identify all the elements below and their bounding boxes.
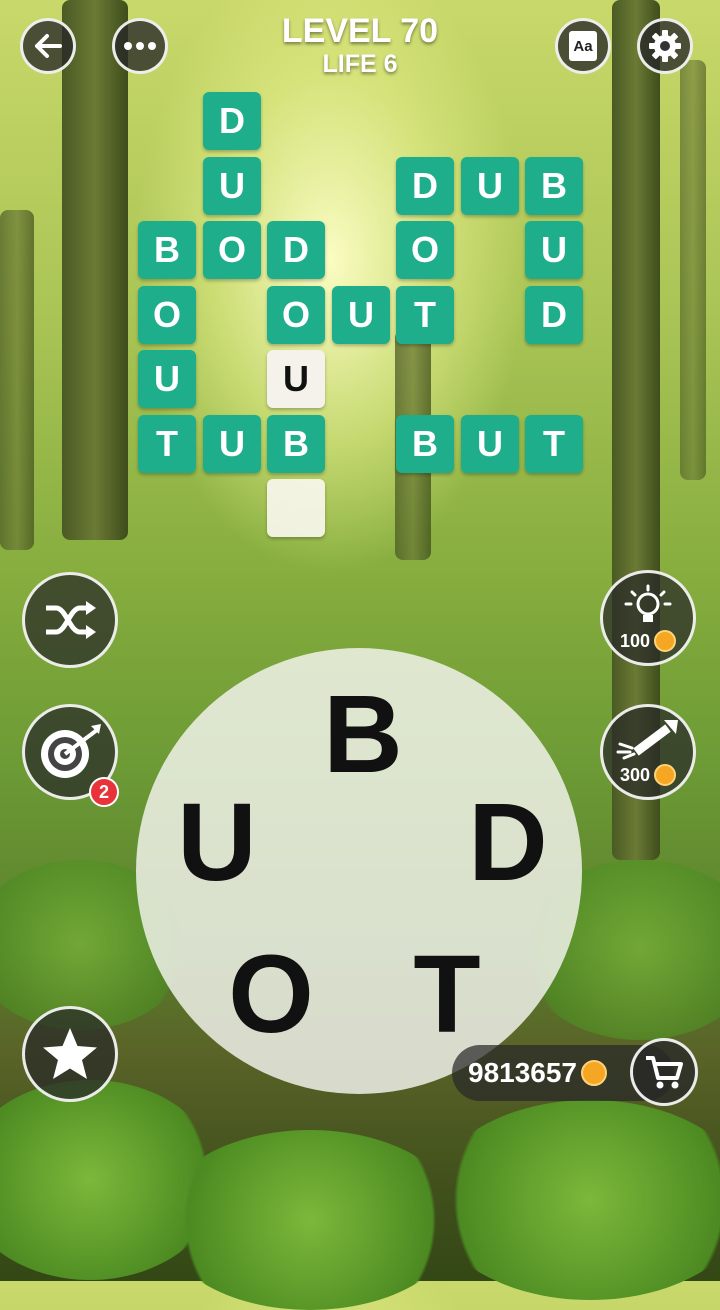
grid-tile-empty bbox=[267, 479, 325, 537]
level-title: LEVEL 70 bbox=[281, 12, 439, 50]
coin-icon bbox=[581, 1060, 608, 1086]
target-icon bbox=[41, 724, 101, 778]
grid-tile: B bbox=[138, 221, 196, 279]
hint-button[interactable]: 100 bbox=[600, 570, 696, 666]
grid-tile: U bbox=[267, 350, 325, 408]
grid-tile: U bbox=[203, 157, 261, 215]
grid-tile: U bbox=[461, 415, 519, 473]
cart-icon bbox=[646, 1056, 683, 1089]
rocket-icon bbox=[616, 720, 678, 760]
grid-tile: D bbox=[203, 92, 261, 150]
hint-cost: 100 bbox=[620, 630, 677, 652]
wheel-letter[interactable]: O bbox=[216, 940, 326, 1050]
grid-tile: U bbox=[525, 221, 583, 279]
rocket-button[interactable]: 300 bbox=[600, 704, 696, 800]
grid-tile: U bbox=[461, 157, 519, 215]
grid-tile: O bbox=[396, 221, 454, 279]
grid-tile: B bbox=[525, 157, 583, 215]
grid-tile: T bbox=[525, 415, 583, 473]
letter-wheel[interactable]: B U D O T bbox=[136, 648, 582, 1094]
star-icon bbox=[43, 1028, 97, 1079]
coin-icon bbox=[654, 630, 677, 652]
shuffle-button[interactable] bbox=[22, 572, 118, 668]
grid-tile: D bbox=[267, 221, 325, 279]
target-button[interactable]: 2 bbox=[22, 704, 119, 807]
wheel-letter[interactable]: B bbox=[308, 680, 418, 790]
shop-button[interactable] bbox=[630, 1038, 698, 1106]
grid-tile: O bbox=[203, 221, 261, 279]
grid-tile: T bbox=[138, 415, 196, 473]
life-label: LIFE 6 bbox=[322, 50, 398, 78]
grid-tile: B bbox=[267, 415, 325, 473]
dictionary-button[interactable]: Aa bbox=[555, 18, 611, 74]
grid-tile: B bbox=[396, 415, 454, 473]
grid-tile: D bbox=[396, 157, 454, 215]
star-button[interactable] bbox=[22, 1006, 118, 1102]
rocket-cost: 300 bbox=[620, 764, 677, 786]
lightbulb-icon bbox=[624, 584, 672, 622]
coin-icon bbox=[654, 764, 677, 786]
grid-tile: U bbox=[332, 286, 390, 344]
wheel-letter[interactable]: U bbox=[162, 788, 272, 898]
grid-tile: O bbox=[267, 286, 325, 344]
grid-tile: U bbox=[203, 415, 261, 473]
grid-tile: D bbox=[525, 286, 583, 344]
settings-button[interactable] bbox=[637, 18, 693, 74]
dictionary-icon: Aa bbox=[569, 31, 597, 61]
grid-tile: T bbox=[396, 286, 454, 344]
shuffle-icon bbox=[46, 601, 96, 639]
target-count-badge: 2 bbox=[89, 777, 119, 807]
gear-icon bbox=[649, 30, 681, 62]
grid-tile: U bbox=[138, 350, 196, 408]
wheel-letter[interactable]: D bbox=[453, 788, 563, 898]
wheel-letter[interactable]: T bbox=[392, 940, 502, 1050]
grid-tile: O bbox=[138, 286, 196, 344]
